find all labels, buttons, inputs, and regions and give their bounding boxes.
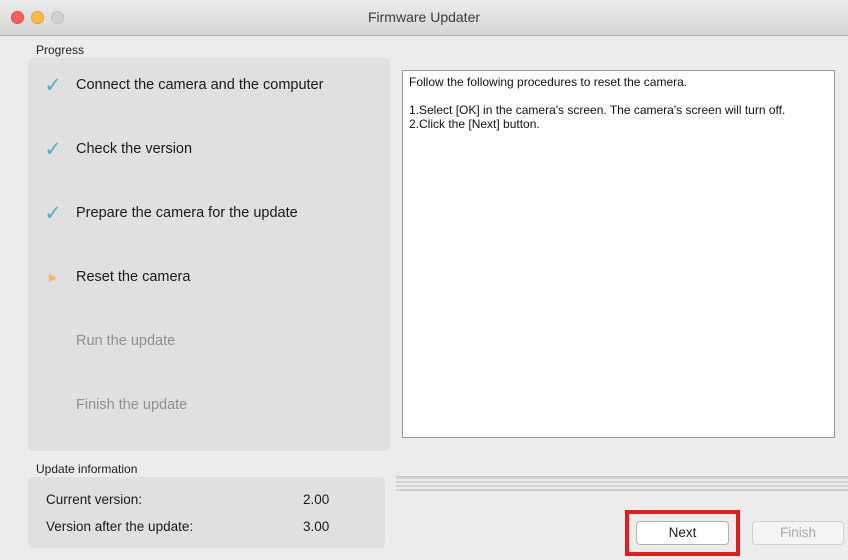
checkmark-icon: ✓ — [44, 202, 62, 225]
step-label: Connect the camera and the computer — [76, 77, 324, 93]
step-label: Prepare the camera for the update — [76, 205, 298, 221]
current-step-arrow-icon: ▶ — [48, 272, 58, 284]
current-version-label: Current version: — [46, 492, 143, 507]
instructions-intro: Follow the following procedures to reset… — [409, 75, 688, 89]
step-check-version: ✓ Check the version — [28, 138, 390, 162]
update-info-label: Update information — [36, 462, 138, 476]
window-title: Firmware Updater — [367, 9, 481, 25]
step-reset-current: ▶ Reset the camera — [28, 266, 390, 290]
step-run-update: Run the update — [28, 330, 390, 354]
step-label: Finish the update — [76, 397, 188, 413]
instruction-line: 1.Select [OK] in the camera's screen. Th… — [409, 103, 786, 117]
checkmark-icon: ✓ — [44, 74, 62, 97]
new-version-value: 3.00 — [303, 519, 330, 534]
next-button[interactable]: Next — [636, 521, 729, 545]
checkmark-icon: ✓ — [44, 138, 62, 161]
update-info-panel: Current version: 2.00 Version after the … — [28, 477, 385, 548]
progress-label: Progress — [36, 43, 85, 57]
finish-button[interactable]: Finish — [752, 521, 844, 545]
current-version-value: 2.00 — [303, 492, 330, 507]
progress-panel: ✓ Connect the camera and the computer ✓ … — [28, 58, 390, 451]
new-version-label: Version after the update: — [46, 519, 194, 534]
title-bar: Firmware Updater — [0, 0, 848, 36]
step-finish-update: Finish the update — [28, 394, 390, 418]
step-connect: ✓ Connect the camera and the computer — [28, 74, 390, 98]
step-label: Check the version — [76, 141, 193, 157]
step-prepare: ✓ Prepare the camera for the update — [28, 202, 390, 226]
instructions-text-area[interactable]: Follow the following procedures to reset… — [402, 70, 835, 438]
step-label: Run the update — [76, 333, 176, 349]
step-label: Reset the camera — [76, 269, 191, 285]
update-progress-bar — [396, 476, 848, 491]
instruction-line: 2.Click the [Next] button. — [409, 117, 540, 131]
